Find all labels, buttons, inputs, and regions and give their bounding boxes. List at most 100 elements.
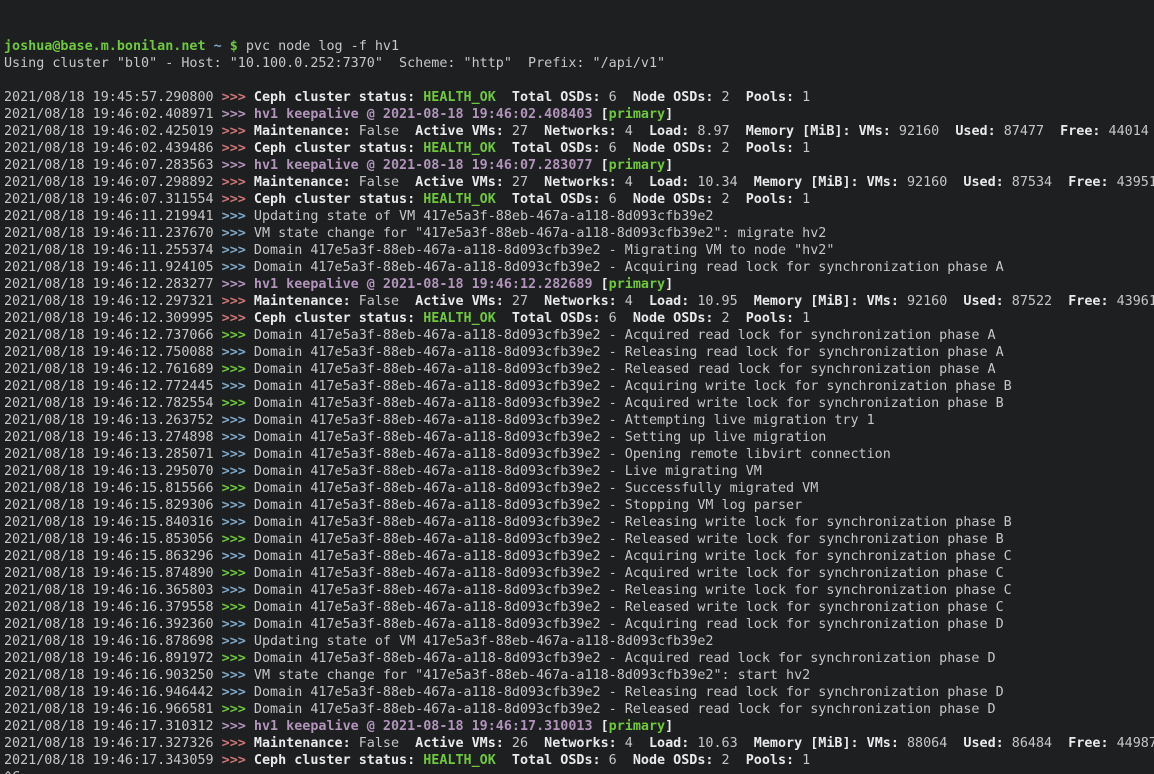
log-text-segment: 4 xyxy=(625,294,633,309)
log-text-segment: Domain 417e5a3f-88eb-467a-a118-8d093cfb3… xyxy=(254,328,996,343)
log-line: 2021/08/18 19:46:16.891972 >>> Domain 41… xyxy=(4,650,1154,667)
log-text-segment: False xyxy=(359,175,399,190)
log-text-segment xyxy=(593,719,601,734)
log-timestamp: 2021/08/18 19:46:15.874890 xyxy=(4,566,222,581)
log-text-segment: 6 xyxy=(609,90,617,105)
log-text-segment: 44014 xyxy=(1109,124,1149,139)
log-text-segment: 1 xyxy=(802,90,810,105)
terminal-window[interactable]: joshua@base.m.bonilan.net ~ $ pvc node l… xyxy=(0,0,1154,774)
log-text-segment: Memory [MiB]: xyxy=(738,736,867,751)
log-text-segment: Domain 417e5a3f-88eb-467a-a118-8d093cfb3… xyxy=(254,549,1012,564)
log-line: 2021/08/18 19:46:07.283563 >>> hv1 keepa… xyxy=(4,157,1154,174)
log-text-segment: Domain 417e5a3f-88eb-467a-a118-8d093cfb3… xyxy=(254,260,1004,275)
log-line: 2021/08/18 19:46:12.309995 >>> Ceph clus… xyxy=(4,310,1154,327)
log-level-marker: >>> xyxy=(222,294,254,309)
prompt-line: joshua@base.m.bonilan.net ~ $ pvc node l… xyxy=(4,38,1154,55)
log-text-segment: Domain 417e5a3f-88eb-467a-a118-8d093cfb3… xyxy=(254,362,996,377)
log-timestamp: 2021/08/18 19:46:12.772445 xyxy=(4,379,222,394)
log-line: 2021/08/18 19:46:02.425019 >>> Maintenan… xyxy=(4,123,1154,140)
log-text-segment: 92160 xyxy=(899,124,939,139)
log-text-segment: Domain 417e5a3f-88eb-467a-a118-8d093cfb3… xyxy=(254,430,826,445)
log-text-segment: Node OSDs: xyxy=(617,141,722,156)
log-text-segment: Ceph cluster status: xyxy=(254,311,423,326)
log-line: 2021/08/18 19:46:13.263752 >>> Domain 41… xyxy=(4,412,1154,429)
log-timestamp: 2021/08/18 19:46:07.311554 xyxy=(4,192,222,207)
log-text-segment: Active VMs: xyxy=(399,124,512,139)
log-text-segment: Pools: xyxy=(730,753,803,768)
log-text-segment: Active VMs: xyxy=(399,175,512,190)
sigint-line: ^C xyxy=(4,769,1154,774)
log-text-segment: 8.97 xyxy=(697,124,729,139)
log-level-marker: >>> xyxy=(222,413,254,428)
log-line: 2021/08/18 19:46:17.327326 >>> Maintenan… xyxy=(4,735,1154,752)
log-line: 2021/08/18 19:46:11.255374 >>> Domain 41… xyxy=(4,242,1154,259)
log-level-marker: >>> xyxy=(222,277,254,292)
log-text-segment: Used: xyxy=(939,124,1004,139)
log-text-segment: Domain 417e5a3f-88eb-467a-a118-8d093cfb3… xyxy=(254,379,1012,394)
log-text-segment: primary xyxy=(609,719,665,734)
log-text-segment: Used: xyxy=(947,736,1012,751)
log-text-segment: Domain 417e5a3f-88eb-467a-a118-8d093cfb3… xyxy=(254,515,1012,530)
log-level-marker: >>> xyxy=(222,515,254,530)
log-text-segment: Using cluster "bl0" - Host: "10.100.0.25… xyxy=(4,56,665,71)
log-timestamp: 2021/08/18 19:46:16.379558 xyxy=(4,600,222,615)
log-text-segment: Domain 417e5a3f-88eb-467a-a118-8d093cfb3… xyxy=(254,447,891,462)
log-text-segment: ^C xyxy=(4,770,20,774)
log-level-marker: >>> xyxy=(222,124,254,139)
log-text-segment: HEALTH_OK xyxy=(423,311,496,326)
log-text-segment: Domain 417e5a3f-88eb-467a-a118-8d093cfb3… xyxy=(254,600,1004,615)
log-timestamp: 2021/08/18 19:46:16.966581 xyxy=(4,702,222,717)
terminal-body: joshua@base.m.bonilan.net ~ $ pvc node l… xyxy=(4,38,1154,774)
log-line: 2021/08/18 19:46:16.365803 >>> Domain 41… xyxy=(4,582,1154,599)
log-text-segment: Free: xyxy=(1052,294,1117,309)
log-text-segment: Pools: xyxy=(730,192,803,207)
log-timestamp: 2021/08/18 19:46:07.298892 xyxy=(4,175,222,190)
log-line: 2021/08/18 19:46:12.750088 >>> Domain 41… xyxy=(4,344,1154,361)
log-text-segment: VMs: xyxy=(859,124,899,139)
log-text-segment: 27 xyxy=(512,124,528,139)
log-level-marker: >>> xyxy=(222,430,254,445)
log-text-segment: ] xyxy=(665,158,673,173)
log-level-marker: >>> xyxy=(222,617,254,632)
log-level-marker: >>> xyxy=(222,362,254,377)
log-level-marker: >>> xyxy=(222,243,254,258)
log-text-segment: Free: xyxy=(1052,175,1117,190)
log-timestamp: 2021/08/18 19:46:16.946442 xyxy=(4,685,222,700)
log-text-segment: Domain 417e5a3f-88eb-467a-a118-8d093cfb3… xyxy=(254,617,1004,632)
log-text-segment: primary xyxy=(609,158,665,173)
log-text-segment: Domain 417e5a3f-88eb-467a-a118-8d093cfb3… xyxy=(254,481,818,496)
log-text-segment: 4 xyxy=(625,175,633,190)
log-text-segment: HEALTH_OK xyxy=(423,90,496,105)
log-timestamp: 2021/08/18 19:46:12.283277 xyxy=(4,277,222,292)
log-level-marker: >>> xyxy=(222,311,254,326)
log-text-segment: False xyxy=(359,294,399,309)
log-text-segment: [ xyxy=(601,277,609,292)
log-line: 2021/08/18 19:46:13.274898 >>> Domain 41… xyxy=(4,429,1154,446)
log-line: 2021/08/18 19:46:15.874890 >>> Domain 41… xyxy=(4,565,1154,582)
log-timestamp: 2021/08/18 19:46:15.815566 xyxy=(4,481,222,496)
log-text-segment: Domain 417e5a3f-88eb-467a-a118-8d093cfb3… xyxy=(254,532,1004,547)
log-text-segment: 92160 xyxy=(907,294,947,309)
log-level-marker: >>> xyxy=(222,90,254,105)
log-line: 2021/08/18 19:46:02.439486 >>> Ceph clus… xyxy=(4,140,1154,157)
blank-line xyxy=(4,72,1154,89)
log-text-segment: Pools: xyxy=(730,141,803,156)
log-timestamp: 2021/08/18 19:45:57.290800 xyxy=(4,90,222,105)
log-line: 2021/08/18 19:46:17.343059 >>> Ceph clus… xyxy=(4,752,1154,769)
cluster-info-line: Using cluster "bl0" - Host: "10.100.0.25… xyxy=(4,55,1154,72)
log-text-segment: 4 xyxy=(625,124,633,139)
log-timestamp: 2021/08/18 19:46:12.737066 xyxy=(4,328,222,343)
log-text-segment: 87522 xyxy=(1012,294,1052,309)
log-text-segment: pvc node log -f hv1 xyxy=(238,39,399,54)
log-text-segment: VMs: xyxy=(867,175,907,190)
log-line: 2021/08/18 19:46:13.285071 >>> Domain 41… xyxy=(4,446,1154,463)
log-text-segment: Domain 417e5a3f-88eb-467a-a118-8d093cfb3… xyxy=(254,464,762,479)
log-text-segment: Free: xyxy=(1052,736,1117,751)
log-text-segment: Active VMs: xyxy=(399,294,512,309)
log-text-segment: 26 xyxy=(512,736,528,751)
log-text-segment: 1 xyxy=(802,192,810,207)
log-line: 2021/08/18 19:46:07.311554 >>> Ceph clus… xyxy=(4,191,1154,208)
log-text-segment: Node OSDs: xyxy=(617,192,722,207)
log-line: 2021/08/18 19:46:15.863296 >>> Domain 41… xyxy=(4,548,1154,565)
log-level-marker: >>> xyxy=(222,107,254,122)
